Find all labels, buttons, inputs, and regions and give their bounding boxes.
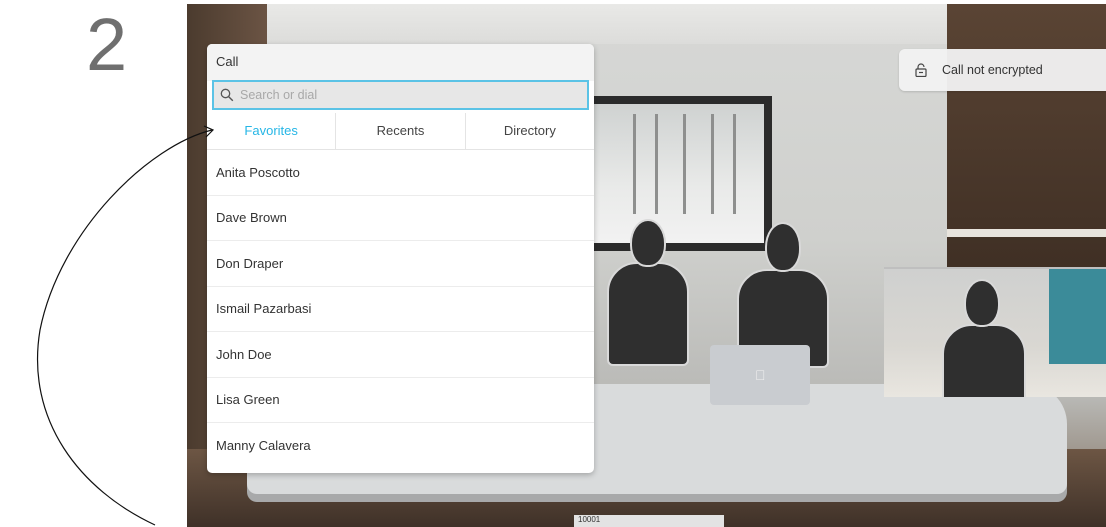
participant-left-head <box>630 219 666 267</box>
call-panel-title: Call <box>216 54 239 69</box>
step-number: 2 <box>86 3 128 86</box>
encryption-status: Call not encrypted <box>899 49 1106 91</box>
call-panel-header: Call <box>207 44 594 81</box>
search-placeholder: Search or dial <box>240 88 318 102</box>
apple-logo-icon:  <box>755 367 766 383</box>
participant-right-head <box>765 222 801 272</box>
wall-painting <box>585 96 772 251</box>
laptop:  <box>710 345 810 405</box>
contact-item[interactable]: Don Draper <box>207 241 594 287</box>
search-input[interactable]: Search or dial <box>212 80 589 110</box>
contact-item[interactable]: Dave Brown <box>207 196 594 241</box>
contact-item[interactable]: Manny Calavera <box>207 423 594 469</box>
tab-favorites[interactable]: Favorites <box>207 113 335 149</box>
bottom-bar: 10001 <box>574 515 724 527</box>
lock-open-icon <box>915 63 927 77</box>
encryption-status-text: Call not encrypted <box>942 63 1043 77</box>
call-panel: Call Search or dial Favorites Recents Di… <box>207 44 594 473</box>
contact-list: Anita Poscotto Dave Brown Don Draper Ism… <box>207 150 594 469</box>
contact-item[interactable]: John Doe <box>207 332 594 378</box>
bottom-bar-text: 10001 <box>578 515 601 524</box>
tab-directory[interactable]: Directory <box>464 113 594 149</box>
search-icon <box>220 88 234 102</box>
call-tabs: Favorites Recents Directory <box>207 113 594 150</box>
tab-recents[interactable]: Recents <box>335 113 464 149</box>
self-view <box>884 267 1106 397</box>
participant-left <box>607 262 689 366</box>
shelf <box>947 229 1106 237</box>
contact-item[interactable]: Lisa Green <box>207 378 594 423</box>
contact-item[interactable]: Anita Poscotto <box>207 150 594 196</box>
contact-item[interactable]: Ismail Pazarbasi <box>207 287 594 332</box>
